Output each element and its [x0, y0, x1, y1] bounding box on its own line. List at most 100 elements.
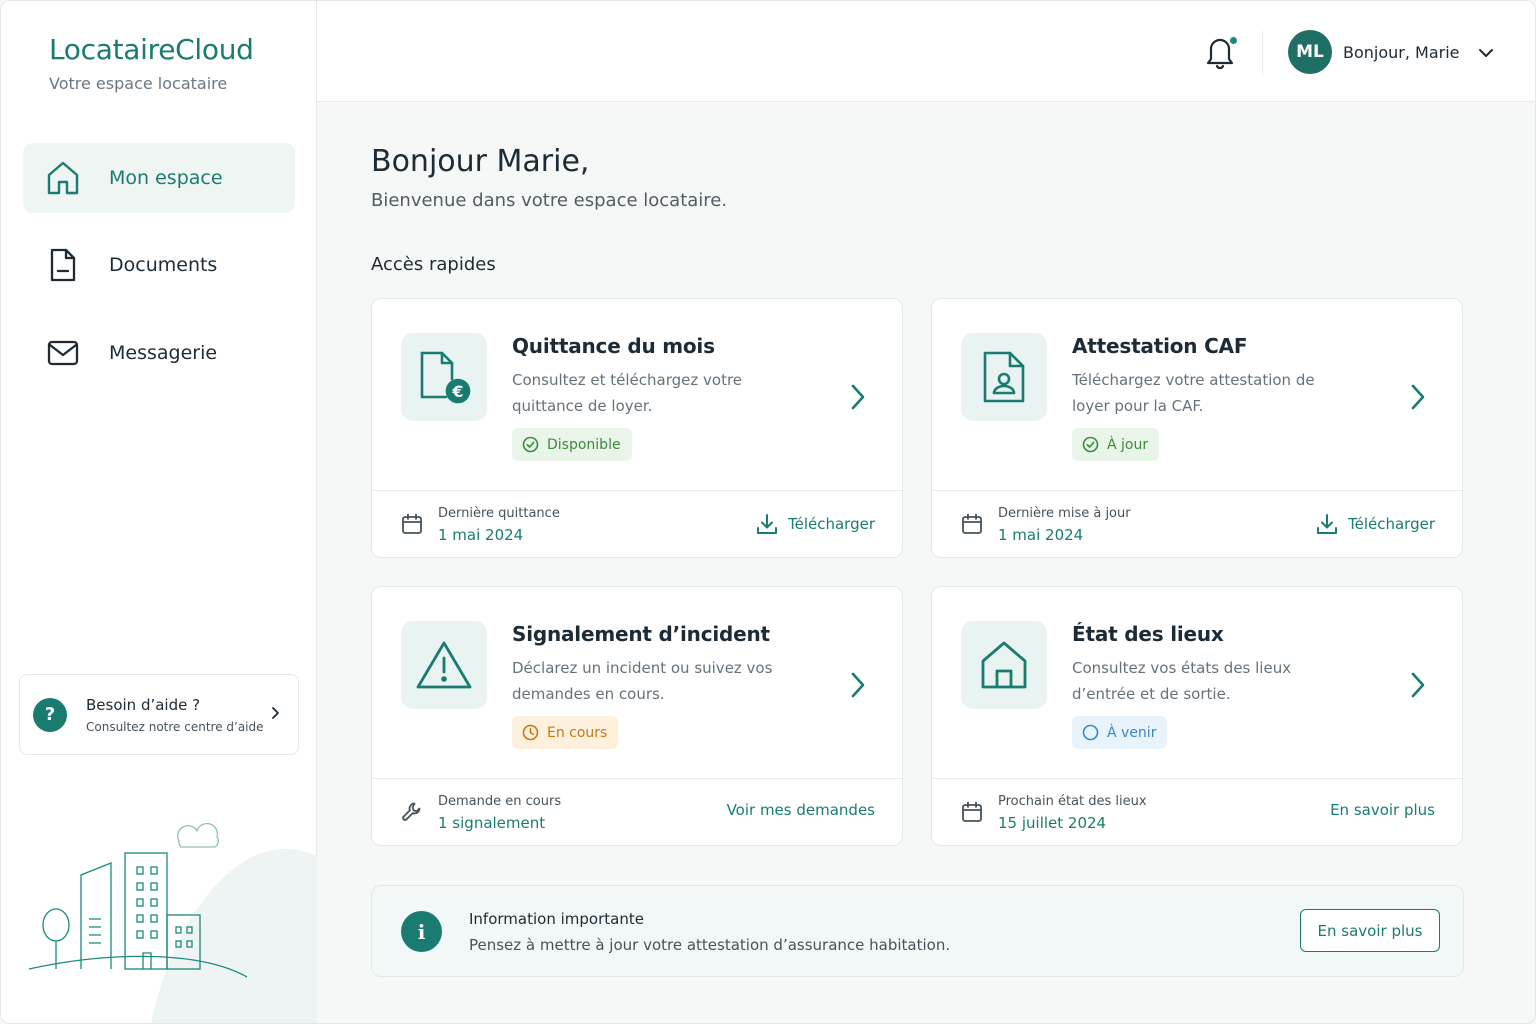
- user-greeting: Bonjour, Marie: [1343, 42, 1460, 62]
- sidebar-item-documents[interactable]: Documents: [23, 230, 295, 300]
- footer-label: Prochain état des lieux: [998, 794, 1147, 809]
- view-requests-label: Voir mes demandes: [726, 801, 875, 819]
- calendar-icon: [961, 513, 983, 539]
- city-illustration-icon: [28, 822, 317, 1023]
- status-badge: À venir: [1072, 716, 1168, 749]
- sidebar-item-messagerie[interactable]: Messagerie: [23, 318, 295, 388]
- info-title: Information importante: [469, 910, 644, 928]
- sidebar-item-label: Mon espace: [109, 167, 223, 189]
- id-document-icon: [961, 333, 1047, 421]
- mail-icon: [23, 340, 103, 366]
- card-footer: Dernière mise à jour 1 mai 2024 Téléchar…: [932, 490, 1462, 558]
- card-footer: Dernière quittance 1 mai 2024 Télécharge…: [372, 490, 902, 558]
- card-signalement: Signalement d’incident Déclarez un incid…: [371, 586, 903, 846]
- warning-icon: [401, 621, 487, 709]
- top-header: ML Bonjour, Marie: [317, 1, 1535, 102]
- notification-dot: [1229, 36, 1238, 45]
- card-title: État des lieux: [1072, 622, 1224, 646]
- card-description: Consultez et téléchargez votre quittance…: [512, 371, 743, 415]
- help-subtitle: Consultez notre centre d’aide: [86, 719, 264, 734]
- download-icon: [1316, 514, 1337, 534]
- footer-label: Demande en cours: [438, 794, 562, 809]
- info-banner: i Information importante Pensez à mettre…: [371, 885, 1464, 977]
- footer-label: Dernière quittance: [438, 506, 560, 521]
- chevron-right-icon: [850, 383, 866, 415]
- page-title: Bonjour Marie,: [371, 144, 590, 179]
- svg-text:€: €: [451, 382, 463, 401]
- chevron-right-icon: [1410, 383, 1426, 415]
- status-badge: En cours: [512, 716, 619, 749]
- card-quittance-link[interactable]: € Quittance du mois Consultez et télécha…: [372, 299, 902, 490]
- help-question-icon: ?: [33, 697, 67, 732]
- section-title: Accès rapides: [371, 254, 496, 275]
- footer-value: 1 signalement: [438, 814, 546, 832]
- status-badge-label: Disponible: [547, 436, 621, 453]
- calendar-icon: [401, 513, 423, 539]
- footer-value: 1 mai 2024: [438, 526, 524, 544]
- card-description: Téléchargez votre attestation de loyer p…: [1072, 371, 1315, 415]
- document-icon: [23, 247, 103, 283]
- download-button[interactable]: Télécharger: [1316, 513, 1435, 535]
- info-icon: i: [401, 911, 442, 952]
- card-attestation-caf-link[interactable]: Attestation CAF Téléchargez votre attest…: [932, 299, 1462, 490]
- card-attestation-caf: Attestation CAF Téléchargez votre attest…: [931, 298, 1463, 558]
- card-description: Déclarez un incident ou suivez vos deman…: [512, 659, 773, 703]
- brand-tagline: Votre espace locataire: [49, 74, 228, 93]
- clock-icon: [522, 724, 539, 741]
- card-quittance: € Quittance du mois Consultez et télécha…: [371, 298, 903, 558]
- download-button[interactable]: Télécharger: [756, 513, 875, 535]
- chevron-right-icon: [270, 705, 280, 725]
- help-text: Besoin d’aide ? Consultez notre centre d…: [86, 696, 270, 734]
- user-menu[interactable]: ML Bonjour, Marie: [1288, 30, 1494, 74]
- app-window: LocataireCloud Votre espace locataire Mo…: [0, 0, 1536, 1024]
- card-title: Attestation CAF: [1072, 334, 1248, 358]
- wrench-icon: [401, 801, 423, 827]
- view-requests-link[interactable]: Voir mes demandes: [727, 801, 875, 819]
- check-circle-icon: [522, 436, 539, 453]
- info-learn-more-button[interactable]: En savoir plus: [1300, 909, 1440, 952]
- brand: LocataireCloud Votre espace locataire: [49, 33, 254, 93]
- learn-more-label: En savoir plus: [1330, 801, 1435, 819]
- card-title: Quittance du mois: [512, 334, 715, 358]
- home-icon: [23, 160, 103, 196]
- status-badge-label: En cours: [547, 724, 608, 741]
- chevron-right-icon: [1410, 671, 1426, 703]
- avatar: ML: [1288, 30, 1332, 74]
- status-badge-label: À jour: [1107, 436, 1149, 453]
- header-divider: [1262, 31, 1263, 75]
- sidebar: LocataireCloud Votre espace locataire Mo…: [1, 1, 317, 1023]
- download-button-label: Télécharger: [787, 515, 875, 533]
- card-footer: Prochain état des lieux 15 juillet 2024 …: [932, 778, 1462, 846]
- page-subtitle: Bienvenue dans votre espace locataire.: [371, 190, 728, 211]
- footer-value: 1 mai 2024: [998, 526, 1084, 544]
- help-card[interactable]: ? Besoin d’aide ? Consultez notre centre…: [19, 674, 299, 755]
- check-circle-icon: [1082, 436, 1099, 453]
- receipt-euro-icon: €: [401, 333, 487, 421]
- info-text: Pensez à mettre à jour votre attestation…: [469, 936, 951, 954]
- sidebar-item-label: Documents: [109, 254, 218, 276]
- card-title: Signalement d’incident: [512, 622, 770, 646]
- chevron-down-icon: [1478, 43, 1494, 62]
- card-etat-des-lieux: État des lieux Consultez vos états des l…: [931, 586, 1463, 846]
- chevron-right-icon: [850, 671, 866, 703]
- notifications-button[interactable]: [1205, 35, 1238, 73]
- footer-label: Dernière mise à jour: [998, 506, 1131, 521]
- status-badge: À jour: [1072, 428, 1160, 461]
- house-icon: [961, 621, 1047, 709]
- card-description: Consultez vos états des lieux d’entrée e…: [1072, 659, 1292, 703]
- sidebar-item-mon-espace[interactable]: Mon espace: [23, 143, 295, 213]
- download-icon: [756, 514, 777, 534]
- sidebar-item-label: Messagerie: [109, 342, 218, 364]
- status-badge-label: À venir: [1107, 724, 1157, 741]
- download-button-label: Télécharger: [1347, 515, 1435, 533]
- circle-icon: [1082, 724, 1099, 741]
- card-signalement-link[interactable]: Signalement d’incident Déclarez un incid…: [372, 587, 902, 778]
- status-badge: Disponible: [512, 428, 632, 461]
- learn-more-link[interactable]: En savoir plus: [1330, 801, 1435, 819]
- card-footer: Demande en cours 1 signalement Voir mes …: [372, 778, 902, 846]
- footer-value: 15 juillet 2024: [998, 814, 1107, 832]
- card-etat-des-lieux-link[interactable]: État des lieux Consultez vos états des l…: [932, 587, 1462, 778]
- help-title: Besoin d’aide ?: [86, 695, 201, 714]
- calendar-icon: [961, 801, 983, 827]
- brand-name: LocataireCloud: [49, 33, 254, 66]
